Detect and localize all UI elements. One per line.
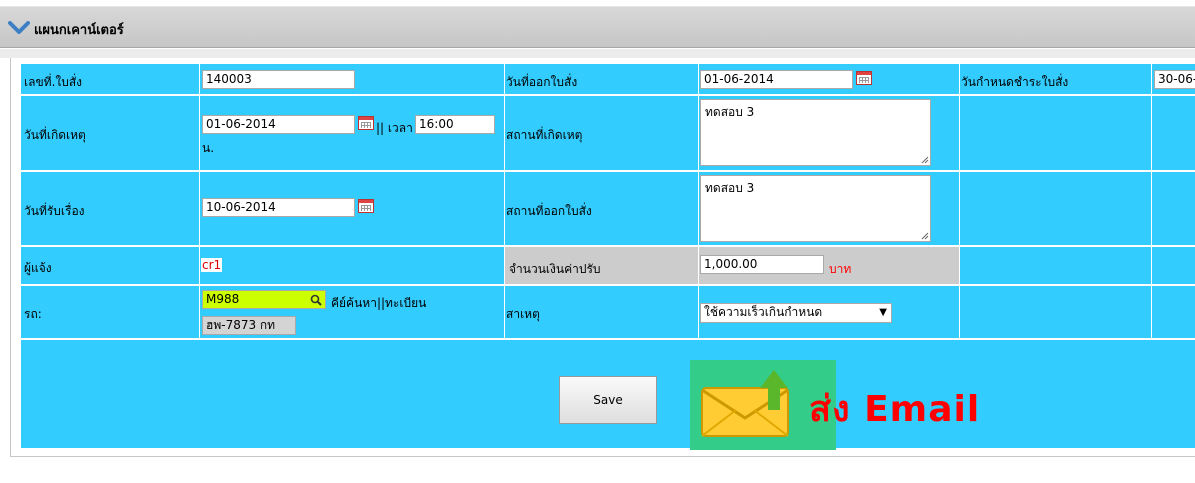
- ticket-no-field[interactable]: 140003: [202, 70, 355, 89]
- incident-place-textarea[interactable]: ทดสอบ 3: [700, 99, 931, 166]
- incident-date-field[interactable]: 01-06-2014: [202, 115, 355, 134]
- due-date-field[interactable]: 30-06-2014: [1154, 70, 1195, 89]
- search-icon[interactable]: [310, 294, 322, 306]
- calendar-icon[interactable]: [856, 71, 872, 85]
- vehicle-plate-field: ฮพ-7873 กท: [202, 316, 296, 335]
- save-button[interactable]: Save: [559, 376, 657, 424]
- form-frame: เลขที่.ใบสั่ง 140003 วันที่ออกใบสั่ง 01-…: [10, 58, 1195, 457]
- vehicle-label: รถ:: [24, 307, 42, 321]
- time-unit-label: น.: [202, 141, 215, 155]
- incident-time-field[interactable]: 16:00: [415, 115, 495, 134]
- issue-place-textarea[interactable]: ทดสอบ 3: [700, 175, 931, 242]
- received-date-field[interactable]: 10-06-2014: [202, 198, 355, 217]
- due-date-label: วันกำหนดชำระใบสั่ง: [961, 75, 1069, 89]
- cause-select-value: ใช้ความเร็วเกินกำหนด: [704, 305, 823, 319]
- cause-select[interactable]: ใช้ความเร็วเกินกำหนด ▼: [700, 303, 892, 323]
- incident-place-text: ทดสอบ 3: [705, 105, 755, 119]
- reporter-value: cr1: [201, 258, 223, 272]
- issue-date-field[interactable]: 01-06-2014: [700, 70, 853, 89]
- issue-place-label: สถานที่ออกใบสั่ง: [506, 204, 592, 218]
- incident-date-label: วันที่เกิดเหตุ: [24, 128, 86, 142]
- ticket-no-label: เลขที่.ใบสั่ง: [24, 75, 83, 89]
- received-date-label: วันที่รับเรื่อง: [24, 204, 85, 218]
- resize-grip-icon[interactable]: [921, 156, 929, 164]
- cause-label: สาเหตุ: [506, 307, 540, 321]
- vehicle-search-hint: คีย์ค้นหา||ทะเบียน: [331, 296, 427, 310]
- fine-amount-field[interactable]: 1,000.00: [700, 255, 824, 274]
- page-title: แผนกเคาน์เตอร์: [34, 23, 124, 38]
- calendar-icon[interactable]: [358, 116, 374, 130]
- incident-place-label: สถานที่เกิดเหตุ: [506, 128, 583, 142]
- vehicle-search-input[interactable]: M988: [202, 290, 326, 309]
- panel-header: แผนกเคาน์เตอร์: [0, 6, 1195, 48]
- reporter-label: ผู้แจ้ง: [24, 261, 52, 275]
- header-divider: [0, 49, 1195, 58]
- fine-amount-label: จำนวนเงินค่าปรับ: [509, 262, 601, 276]
- send-email-label[interactable]: ส่ง Email: [809, 380, 980, 437]
- calendar-icon[interactable]: [358, 199, 374, 213]
- fine-unit-label: บาท: [829, 262, 852, 276]
- ticket-form: เลขที่.ใบสั่ง 140003 วันที่ออกใบสั่ง 01-…: [21, 64, 1195, 450]
- chevron-down-icon[interactable]: [8, 21, 30, 35]
- resize-grip-icon[interactable]: [921, 232, 929, 240]
- issue-place-text: ทดสอบ 3: [705, 181, 755, 195]
- dropdown-arrow-icon: ▼: [879, 307, 887, 318]
- time-label: || เวลา: [376, 121, 413, 135]
- email-upload-icon: [701, 370, 789, 437]
- issue-date-label: วันที่ออกใบสั่ง: [506, 75, 578, 89]
